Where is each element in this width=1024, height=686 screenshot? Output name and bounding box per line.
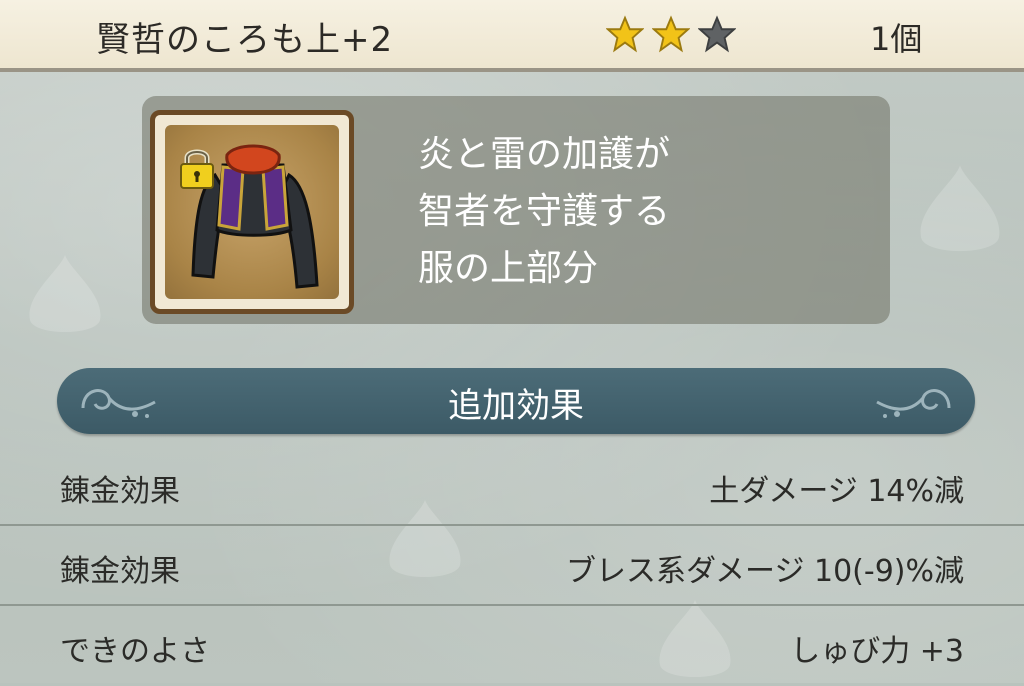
effect-value: ブレス系ダメージ 10(-9)%減 <box>565 554 964 589</box>
star-filled-icon <box>652 15 690 53</box>
effect-row: できのよさ しゅび力 +3 <box>0 606 1024 686</box>
effect-label: 錬金効果 <box>60 474 180 509</box>
item-count: 1個 <box>870 20 923 58</box>
slime-silhouette-icon <box>29 255 101 332</box>
star-filled-icon <box>606 15 644 53</box>
star-empty-icon <box>698 15 736 53</box>
effect-row: 錬金効果 ブレス系ダメージ 10(-9)%減 <box>0 526 1024 606</box>
description-line: 智者を守護する <box>418 191 671 232</box>
flourish-right-icon <box>876 389 951 418</box>
banner-title: 追加効果 <box>448 386 584 426</box>
lock-icon <box>180 149 214 189</box>
effect-value: しゅび力 +3 <box>790 634 964 669</box>
item-header: 賢哲のころも上+2 1個 <box>0 0 1024 72</box>
description-line: 炎と雷の加護が <box>418 134 671 175</box>
item-description: 炎と雷の加護が 智者を守護する 服の上部分 <box>418 126 858 297</box>
item-name: 賢哲のころも上+2 <box>96 20 394 60</box>
effect-value: 土ダメージ 14%減 <box>709 474 964 509</box>
additional-effects-banner: 追加効果 <box>57 368 975 434</box>
effect-label: 錬金効果 <box>60 554 180 589</box>
effect-row: 錬金効果 土ダメージ 14%減 <box>0 446 1024 526</box>
description-line: 服の上部分 <box>418 248 599 289</box>
slime-silhouette-icon <box>920 165 1000 252</box>
effect-label: できのよさ <box>60 634 210 669</box>
item-icon-frame[interactable] <box>150 110 354 314</box>
